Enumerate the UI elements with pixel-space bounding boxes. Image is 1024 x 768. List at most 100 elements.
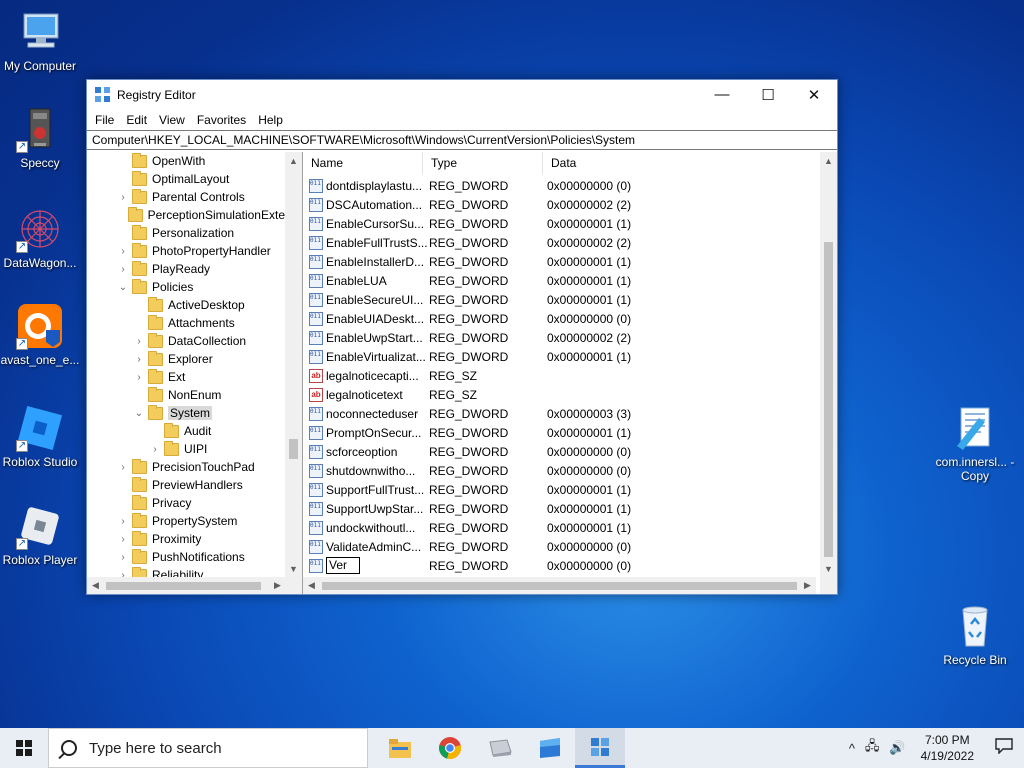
scroll-up-icon[interactable]: ▲ (820, 152, 837, 169)
tree-node[interactable]: Personalization (87, 224, 285, 242)
tree-node[interactable]: › UIPI (87, 440, 285, 458)
tree-node[interactable]: NonEnum (87, 386, 285, 404)
desktop-icon-datawagon[interactable]: ↗ DataWagon... (0, 205, 80, 270)
desktop-icon-my-computer[interactable]: My Computer (0, 8, 80, 73)
value-row[interactable]: 011 110scforceoption REG_DWORD 0x00000000 … (303, 442, 820, 461)
maximize-button[interactable]: ☐ (745, 80, 791, 109)
chevron-right-icon[interactable]: › (117, 552, 129, 563)
chevron-right-icon[interactable]: › (133, 372, 145, 383)
tree-node[interactable]: › PlayReady (87, 260, 285, 278)
tree-node[interactable]: › PushNotifications (87, 548, 285, 566)
start-button[interactable] (0, 728, 48, 768)
value-row[interactable]: 011 110EnableUwpStart... REG_DWORD 0x00000… (303, 328, 820, 347)
tree-node[interactable]: Privacy (87, 494, 285, 512)
value-row[interactable]: 011 110EnableInstallerD... REG_DWORD 0x000… (303, 252, 820, 271)
tree-node[interactable]: › DataCollection (87, 332, 285, 350)
desktop-icon-speccy[interactable]: ↗ Speccy (0, 105, 80, 170)
taskbar-search-box[interactable]: Type here to search (48, 728, 368, 768)
clock[interactable]: 7:00 PM 4/19/2022 (911, 732, 984, 764)
value-row[interactable]: 011 110EnableFullTrustS...REG_DWORD 0x000… (303, 233, 820, 252)
value-row[interactable]: 011 110EnableLUA REG_DWORD 0x00000001 (1) (303, 271, 820, 290)
tree-node[interactable]: ActiveDesktop (87, 296, 285, 314)
scroll-left-icon[interactable]: ◀ (303, 580, 320, 591)
microsoft-store-icon[interactable] (525, 728, 575, 768)
menu-file[interactable]: File (89, 113, 120, 127)
tree-node[interactable]: › PhotoPropertyHandler (87, 242, 285, 260)
tree-node[interactable]: › Parental Controls (87, 188, 285, 206)
scroll-right-icon[interactable]: ▶ (269, 580, 286, 591)
registry-editor-taskbar-icon[interactable] (575, 728, 625, 768)
file-explorer-icon[interactable] (375, 728, 425, 768)
tree-node[interactable]: PerceptionSimulationExte (87, 206, 285, 224)
chevron-down-icon[interactable]: ⌄ (117, 282, 129, 293)
desktop-icon-avast[interactable]: ↗ avast_one_e... (0, 302, 80, 367)
tree-node[interactable]: Attachments (87, 314, 285, 332)
scroll-thumb[interactable] (824, 242, 833, 557)
tree-node[interactable]: Audit (87, 422, 285, 440)
menu-favorites[interactable]: Favorites (191, 113, 252, 127)
scroll-up-icon[interactable]: ▲ (285, 152, 302, 169)
value-row[interactable]: 011 110undockwithoutl... REG_DWORD 0x00000… (303, 518, 820, 537)
value-row[interactable]: 011 110ValidateAdminC... REG_DWORD 0x00000… (303, 537, 820, 556)
values-vertical-scrollbar[interactable]: ▲ ▼ (820, 152, 837, 577)
value-row[interactable]: 011 110PromptOnSecur... REG_DWORD 0x000000… (303, 423, 820, 442)
chevron-right-icon[interactable]: › (133, 336, 145, 347)
tree-node[interactable]: › Ext (87, 368, 285, 386)
chevron-right-icon[interactable]: › (117, 246, 129, 257)
chevron-down-icon[interactable]: ⌄ (133, 408, 145, 419)
column-header-type[interactable]: Type (423, 152, 543, 174)
tree-node[interactable]: OpenWith (87, 152, 285, 170)
tree-vertical-scrollbar[interactable]: ▲ ▼ (285, 152, 302, 577)
chevron-right-icon[interactable]: › (117, 534, 129, 545)
scroll-left-icon[interactable]: ◀ (87, 580, 104, 591)
value-row[interactable]: 011 110noconnecteduser REG_DWORD 0x0000000… (303, 404, 820, 423)
tree-node[interactable]: OptimalLayout (87, 170, 285, 188)
tree-node[interactable]: › Reliability (87, 566, 285, 577)
tree-node[interactable]: ⌄ System (87, 404, 285, 422)
column-header-name[interactable]: Name (303, 152, 423, 174)
value-row[interactable]: 011 110Ver REG_DWORD 0x00000000 (0) (303, 556, 820, 575)
rename-input[interactable]: Ver (326, 557, 360, 574)
desktop-icon-text-file[interactable]: com.innersl... - Copy (935, 404, 1015, 483)
menu-edit[interactable]: Edit (120, 113, 153, 127)
menu-help[interactable]: Help (252, 113, 289, 127)
chevron-right-icon[interactable]: › (117, 462, 129, 473)
chevron-right-icon[interactable]: › (117, 192, 129, 203)
value-row[interactable]: 011 110dontdisplaylastu... REG_DWORD 0x000… (303, 176, 820, 195)
menu-view[interactable]: View (153, 113, 191, 127)
drive-icon[interactable] (475, 728, 525, 768)
chevron-right-icon[interactable]: › (149, 444, 161, 455)
value-row[interactable]: 011 110shutdownwitho... REG_DWORD 0x000000… (303, 461, 820, 480)
chrome-icon[interactable] (425, 728, 475, 768)
value-row[interactable]: 011 110EnableUIADeskt... REG_DWORD 0x00000… (303, 309, 820, 328)
notifications-icon[interactable] (984, 737, 1024, 759)
volume-icon[interactable]: 🔊 (884, 740, 910, 756)
value-row[interactable]: 011 110SupportFullTrust... REG_DWORD 0x000… (303, 480, 820, 499)
value-row[interactable]: 011 110EnableCursorSu... REG_DWORD 0x00000… (303, 214, 820, 233)
chevron-up-icon[interactable]: ^ (844, 741, 860, 756)
chevron-right-icon[interactable]: › (117, 516, 129, 527)
scroll-thumb[interactable] (289, 439, 298, 459)
value-row[interactable]: ab legalnoticetext REG_SZ (303, 385, 820, 404)
tree-node[interactable]: PreviewHandlers (87, 476, 285, 494)
address-bar[interactable]: Computer\HKEY_LOCAL_MACHINE\SOFTWARE\Mic… (87, 130, 837, 150)
column-header-data[interactable]: Data (543, 152, 811, 174)
values-horizontal-scrollbar[interactable]: ◀ ▶ (303, 577, 816, 594)
scroll-down-icon[interactable]: ▼ (820, 560, 837, 577)
tree-node[interactable]: ⌄ Policies (87, 278, 285, 296)
tree-node[interactable]: › PrecisionTouchPad (87, 458, 285, 476)
scroll-right-icon[interactable]: ▶ (799, 580, 816, 591)
scroll-down-icon[interactable]: ▼ (285, 560, 302, 577)
value-row[interactable]: 011 110EnableVirtualizat...REG_DWORD 0x00… (303, 347, 820, 366)
chevron-right-icon[interactable]: › (117, 570, 129, 578)
tree-node[interactable]: › Proximity (87, 530, 285, 548)
desktop-icon-recycle-bin[interactable]: Recycle Bin (935, 602, 1015, 667)
chevron-right-icon[interactable]: › (133, 354, 145, 365)
chevron-right-icon[interactable]: › (117, 264, 129, 275)
scroll-thumb[interactable] (106, 582, 261, 590)
tree-node[interactable]: › PropertySystem (87, 512, 285, 530)
value-row[interactable]: ab legalnoticecapti... REG_SZ (303, 366, 820, 385)
value-row[interactable]: 011 110DSCAutomation... REG_DWORD 0x000000… (303, 195, 820, 214)
value-row[interactable]: 011 110SupportUwpStar... REG_DWORD 0x00000… (303, 499, 820, 518)
desktop-icon-roblox-studio[interactable]: ↗ Roblox Studio (0, 404, 80, 469)
